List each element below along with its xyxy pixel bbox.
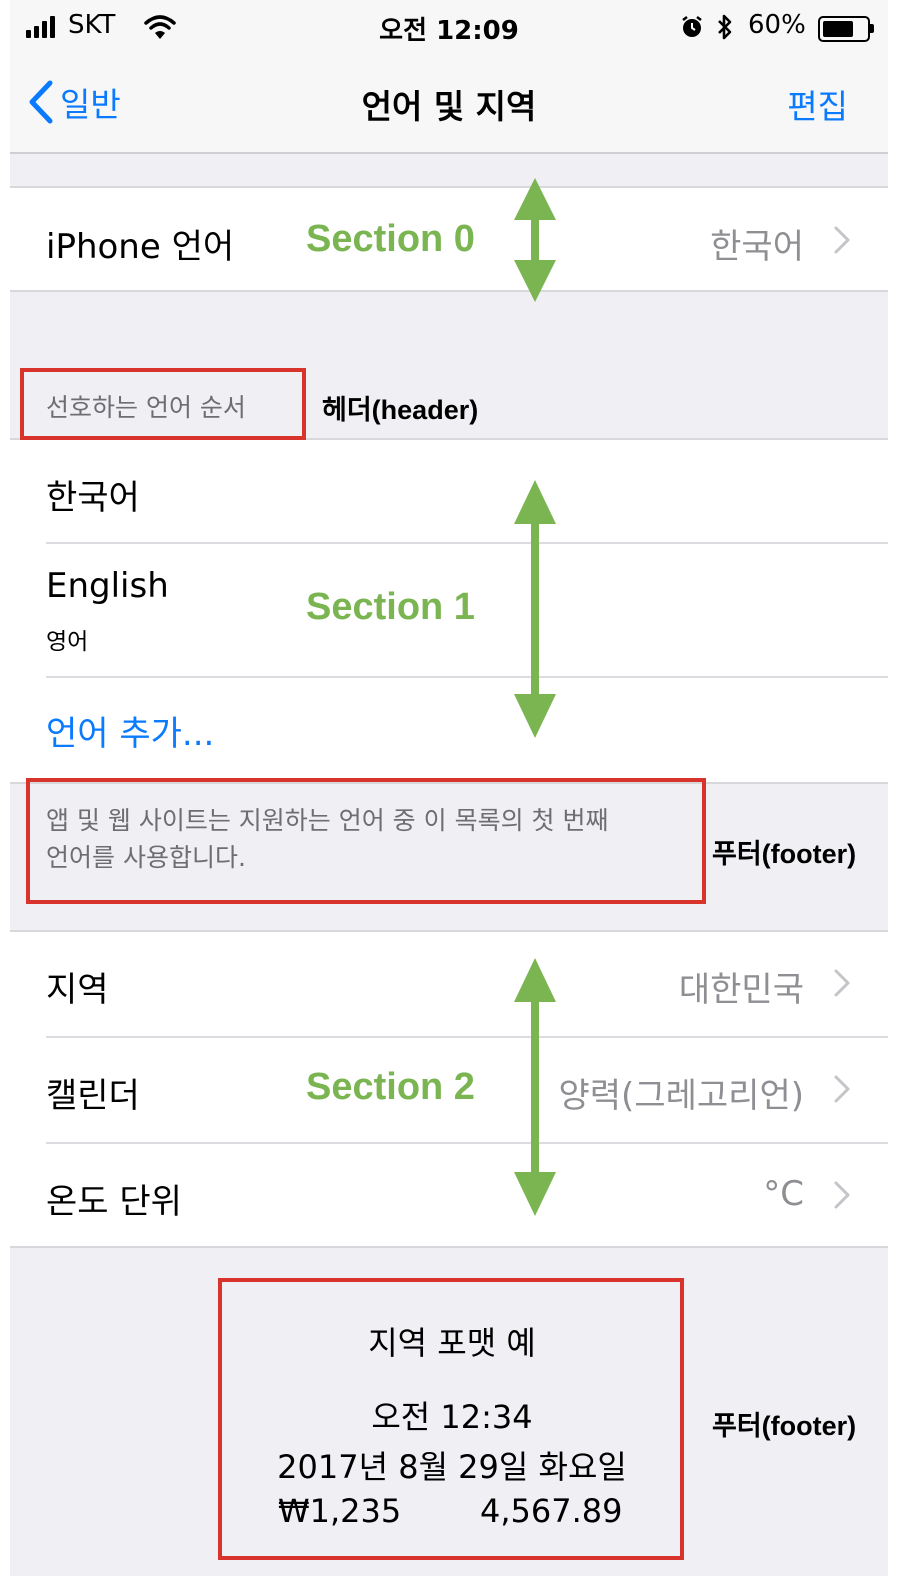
battery-icon: [818, 16, 870, 42]
language-subtitle: 영어: [46, 629, 89, 655]
edit-button[interactable]: 편집: [787, 80, 848, 128]
header-highlight-box: [20, 368, 306, 440]
section1-double-arrow-icon: [514, 480, 556, 738]
battery-percent: 60%: [748, 10, 806, 40]
page-title: 언어 및 지역: [361, 87, 537, 126]
chevron-right-icon: [834, 1075, 850, 1103]
footer-annotation: 푸터(footer): [712, 839, 857, 869]
iphone-language-label: iPhone 언어: [46, 227, 235, 267]
temperature-unit-row[interactable]: 온도 단위 °C: [10, 1144, 888, 1246]
region-label: 지역: [46, 970, 109, 1010]
add-language-button[interactable]: 언어 추가...: [10, 678, 888, 782]
calendar-label: 캘린더: [46, 1076, 140, 1116]
language-name: English: [46, 566, 169, 606]
format-footer-annotation: 푸터(footer): [712, 1411, 857, 1441]
section1-annotation: Section 1: [306, 586, 475, 628]
add-language-label: 언어 추가...: [46, 714, 215, 754]
list-item-korean[interactable]: 한국어: [10, 440, 888, 542]
chevron-right-icon: [834, 226, 850, 254]
section2-double-arrow-icon: [514, 958, 556, 1216]
region-value: 대한민국: [678, 970, 804, 1010]
format-footer-highlight-box: [218, 1278, 684, 1560]
temperature-unit-label: 온도 단위: [46, 1182, 182, 1222]
section2-annotation: Section 2: [306, 1066, 475, 1108]
alarm-icon: [682, 16, 702, 37]
footer-highlight-box: [26, 778, 706, 904]
region-row[interactable]: 지역 대한민국: [10, 932, 888, 1036]
language-name: 한국어: [46, 478, 140, 518]
temperature-unit-value: °C: [763, 1174, 804, 1214]
navigation-bar: 일반 언어 및 지역 편집: [10, 56, 888, 154]
section0-annotation: Section 0: [306, 218, 475, 260]
calendar-value: 양력(그레고리언): [558, 1076, 805, 1116]
chevron-right-icon: [834, 969, 850, 997]
section0-double-arrow-icon: [514, 178, 556, 302]
status-bar: SKT 오전 12:09 60%: [10, 0, 888, 56]
chevron-right-icon: [834, 1181, 850, 1209]
iphone-language-value: 한국어: [710, 227, 804, 267]
bluetooth-icon: [718, 14, 732, 40]
settings-screen: SKT 오전 12:09 60% 일반 언어 및 지역 편집 iPhone 언어…: [10, 0, 888, 1576]
header-annotation: 헤더(header): [322, 395, 479, 425]
